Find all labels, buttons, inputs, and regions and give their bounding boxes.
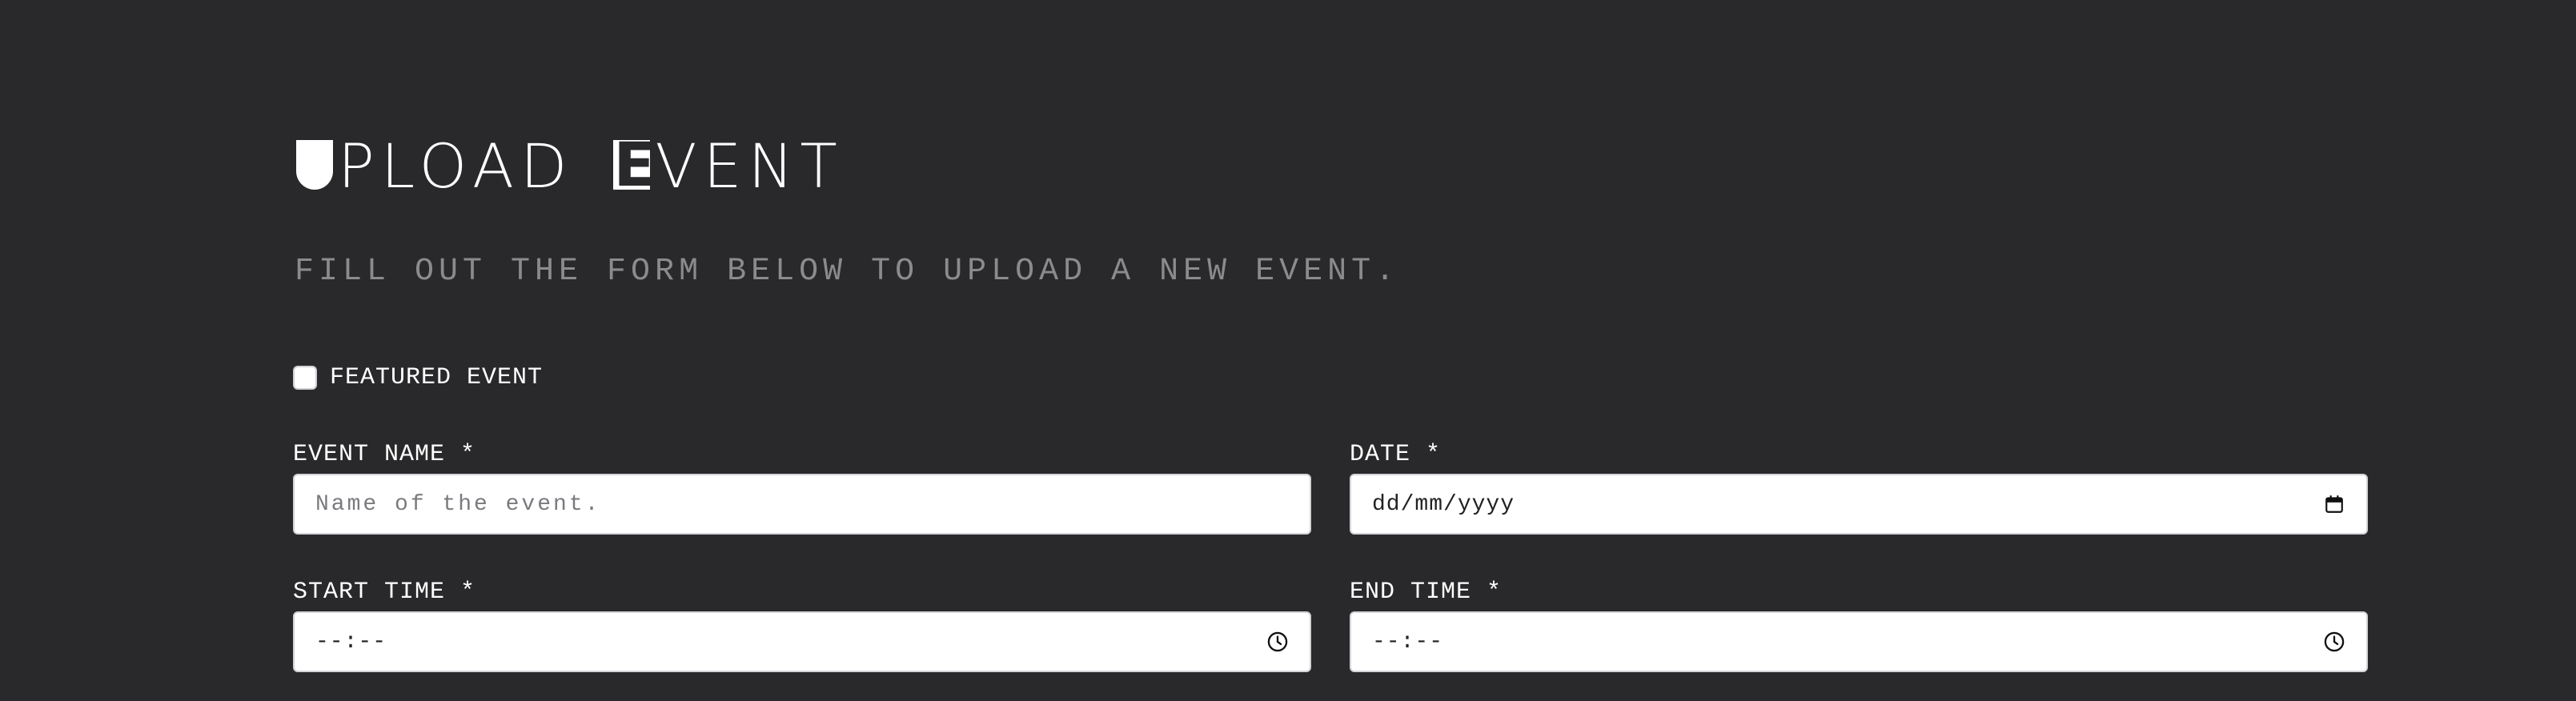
- date-label: DATE *: [1350, 441, 1442, 468]
- date-field: DATE * dd/mm/yyyy: [1350, 439, 2368, 535]
- calendar-icon[interactable]: [2323, 493, 2345, 515]
- event-name-field: EVENT NAME * Name of the event.: [293, 439, 1311, 535]
- featured-event-checkbox[interactable]: [293, 366, 317, 390]
- page-title: UPLOADEVENT: [296, 134, 844, 198]
- date-input[interactable]: dd/mm/yyyy: [1350, 474, 2368, 535]
- featured-event-toggle[interactable]: FEATURED EVENT: [293, 362, 543, 394]
- date-value: dd/mm/yyyy: [1372, 491, 1515, 517]
- start-time-input[interactable]: --:--: [293, 611, 1311, 672]
- title-word-event-rest: VENT: [655, 130, 844, 202]
- clock-icon[interactable]: [2323, 631, 2345, 653]
- page-subtitle: FILL OUT THE FORM BELOW TO UPLOAD A NEW …: [295, 254, 1400, 290]
- start-time-label: START TIME *: [293, 579, 476, 606]
- title-initial-u: U: [296, 140, 333, 190]
- event-name-input[interactable]: Name of the event.: [293, 474, 1311, 535]
- clock-icon[interactable]: [1266, 631, 1289, 653]
- event-name-placeholder: Name of the event.: [315, 491, 601, 517]
- end-time-value: --:--: [1372, 629, 1444, 655]
- end-time-label: END TIME *: [1350, 579, 1503, 606]
- start-time-field: START TIME * --:--: [293, 576, 1311, 672]
- start-time-value: --:--: [315, 629, 387, 655]
- end-time-field: END TIME * --:--: [1350, 576, 2368, 672]
- title-initial-e: E: [613, 129, 656, 200]
- event-name-label: EVENT NAME *: [293, 441, 476, 468]
- featured-event-label: FEATURED EVENT: [330, 364, 544, 391]
- end-time-input[interactable]: --:--: [1350, 611, 2368, 672]
- title-word-upload-rest: PLOAD: [338, 130, 574, 202]
